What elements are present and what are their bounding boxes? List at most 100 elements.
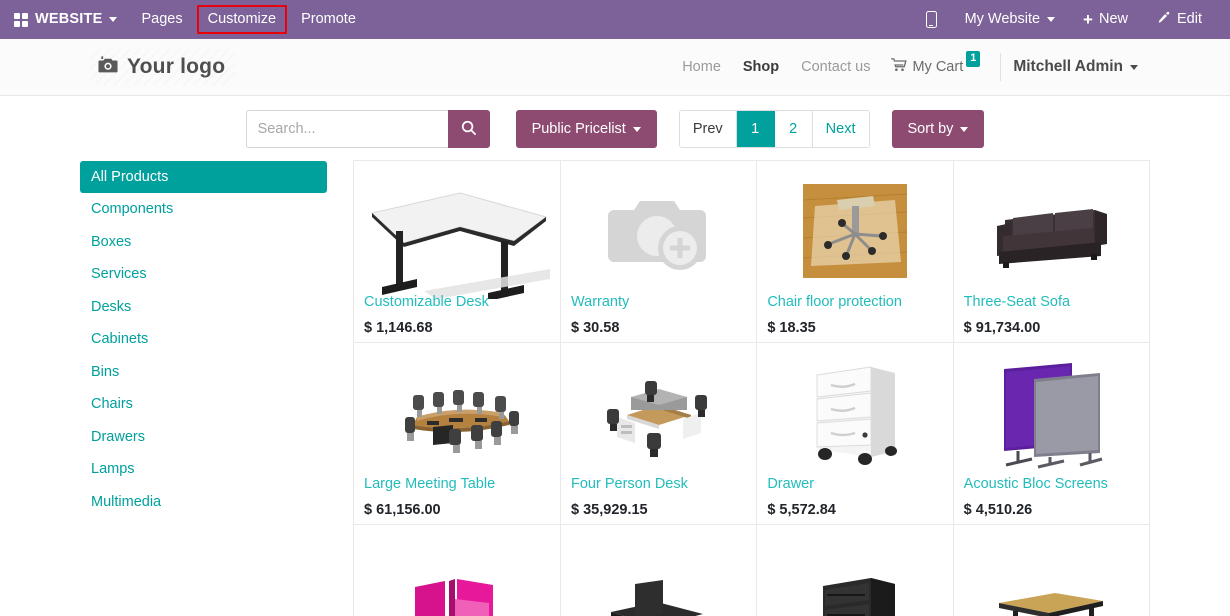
pagination-page-2[interactable]: 2 <box>774 111 813 147</box>
my-cart-label: My Cart <box>912 59 964 75</box>
product-name[interactable]: Large Meeting Table <box>364 475 550 494</box>
user-menu[interactable]: Mitchell Admin <box>1011 52 1140 82</box>
product-name[interactable]: Warranty <box>571 293 746 312</box>
admin-menu-customize[interactable]: Customize <box>196 5 288 34</box>
site-logo[interactable]: Your logo <box>90 49 236 85</box>
pagination-prev[interactable]: Prev <box>679 111 737 147</box>
admin-top-bar: WEBSITE Pages Customize Promote My Websi… <box>0 0 1230 39</box>
product-image-magenta-acoustic-booth <box>364 533 550 616</box>
pricelist-dropdown[interactable]: Public Pricelist <box>515 110 657 148</box>
plus-icon: + <box>1083 10 1093 29</box>
product-card[interactable]: Drawer $ 5,572.84 <box>757 343 954 525</box>
product-name[interactable]: Drawer <box>767 475 942 494</box>
product-card[interactable] <box>757 525 954 616</box>
product-name[interactable]: Acoustic Bloc Screens <box>964 475 1139 494</box>
search-group <box>245 110 490 148</box>
admin-menu-promote[interactable]: Promote <box>289 4 368 35</box>
product-image-four-person-workstation <box>571 351 746 475</box>
product-card[interactable]: Warranty $ 30.58 <box>561 161 758 343</box>
sidebar-item-components[interactable]: Components <box>80 193 327 225</box>
edit-button[interactable]: Edit <box>1142 3 1216 37</box>
sort-by-dropdown[interactable]: Sort by <box>891 110 985 148</box>
nav-item-shop[interactable]: Shop <box>732 53 790 81</box>
admin-bar-left-group: WEBSITE Pages Customize Promote <box>10 4 368 35</box>
search-icon <box>461 120 477 139</box>
sidebar-item-desks[interactable]: Desks <box>80 291 327 323</box>
mobile-preview-button[interactable] <box>912 3 951 36</box>
product-price: $ 5,572.84 <box>767 502 836 518</box>
product-image-chair-mat-on-wood-floor <box>767 169 942 293</box>
product-name[interactable]: Customizable Desk <box>364 293 550 312</box>
sidebar-item-boxes[interactable]: Boxes <box>80 226 327 258</box>
product-name[interactable]: Four Person Desk <box>571 475 746 494</box>
nav-item-my-cart[interactable]: My Cart 1 <box>881 51 988 82</box>
pagination-page-1[interactable]: 1 <box>736 111 775 147</box>
product-card[interactable] <box>953 525 1150 616</box>
product-image-white-desk-black-legs <box>364 169 550 300</box>
product-card[interactable]: Chair floor protection $ 18.35 <box>757 161 954 343</box>
admin-menu-customize-label: Customize <box>207 11 277 28</box>
product-name[interactable]: Three-Seat Sofa <box>964 293 1139 312</box>
admin-menu-promote-label: Promote <box>301 11 356 28</box>
grid-icon <box>14 12 28 27</box>
cart-count-badge: 1 <box>966 51 981 67</box>
pricelist-label: Public Pricelist <box>531 121 626 137</box>
product-card[interactable]: Acoustic Bloc Screens $ 4,510.26 <box>953 343 1150 525</box>
product-card[interactable]: Three-Seat Sofa $ 91,734.00 <box>953 161 1150 343</box>
site-navigation: Home Shop Contact us My Cart 1 Mitchell … <box>671 51 1140 82</box>
product-image-dark-leather-sofa <box>964 169 1139 293</box>
my-website-label: My Website <box>964 11 1041 28</box>
new-button[interactable]: + New <box>1069 3 1142 36</box>
product-card[interactable]: Four Person Desk $ 35,929.15 <box>561 343 758 525</box>
product-card[interactable] <box>561 525 758 616</box>
product-price: $ 91,734.00 <box>963 320 1041 336</box>
site-logo-text: Your logo <box>127 55 226 78</box>
mobile-phone-icon <box>925 11 937 28</box>
product-card[interactable]: Customizable Desk $ 1,146.68 <box>354 161 561 343</box>
new-button-label: New <box>1098 11 1128 28</box>
admin-menu-pages[interactable]: Pages <box>129 4 194 35</box>
sidebar-item-bins[interactable]: Bins <box>80 356 327 388</box>
sidebar-item-drawers[interactable]: Drawers <box>80 421 327 453</box>
sidebar-item-cabinets[interactable]: Cabinets <box>80 323 327 355</box>
nav-item-contact-us[interactable]: Contact us <box>790 53 881 81</box>
product-card[interactable]: Large Meeting Table $ 61,156.00 <box>354 343 561 525</box>
nav-item-home[interactable]: Home <box>671 53 732 81</box>
product-image-black-drawer-unit <box>767 533 942 616</box>
my-website-menu[interactable]: My Website <box>951 4 1069 35</box>
product-image-wood-top-black-leg-desk <box>964 533 1139 616</box>
image-placeholder-icon <box>606 188 712 274</box>
product-price: $ 1,146.68 <box>364 320 433 336</box>
product-image-placeholder <box>571 169 746 293</box>
admin-bar-right-group: My Website + New Edit <box>912 3 1216 37</box>
pagination-next[interactable]: Next <box>812 111 869 147</box>
search-input[interactable] <box>245 110 448 148</box>
chevron-down-icon <box>1047 17 1056 22</box>
chevron-down-icon <box>632 126 641 132</box>
sidebar-item-chairs[interactable]: Chairs <box>80 388 327 420</box>
sidebar-item-multimedia[interactable]: Multimedia <box>80 486 327 518</box>
sort-by-label: Sort by <box>907 121 954 137</box>
shop-toolbar: Public Pricelist Prev 1 2 Next Sort by <box>0 96 1230 160</box>
sidebar-item-lamps[interactable]: Lamps <box>80 453 327 485</box>
pencil-icon <box>1156 11 1170 29</box>
product-price: $ 61,156.00 <box>364 502 441 518</box>
sidebar-item-services[interactable]: Services <box>80 258 327 290</box>
chevron-down-icon <box>960 126 969 132</box>
product-card[interactable] <box>354 525 561 616</box>
product-name[interactable]: Chair floor protection <box>767 293 942 312</box>
shopping-cart-icon <box>891 58 908 76</box>
edit-button-label: Edit <box>1177 11 1202 28</box>
admin-menu-pages-label: Pages <box>141 11 183 28</box>
camera-icon <box>98 55 118 79</box>
shop-body: All Products Components Boxes Services D… <box>0 160 1230 616</box>
search-button[interactable] <box>447 110 490 148</box>
product-price: $ 30.58 <box>571 320 620 336</box>
website-app-menu[interactable]: WEBSITE <box>10 4 129 35</box>
chevron-down-icon <box>1130 64 1138 70</box>
sidebar-item-all-products[interactable]: All Products <box>80 161 327 194</box>
site-header: Your logo Home Shop Contact us My Cart 1… <box>0 39 1230 96</box>
header-divider <box>1000 53 1002 81</box>
product-price: $ 35,929.15 <box>571 502 648 518</box>
chevron-down-icon <box>109 17 118 22</box>
